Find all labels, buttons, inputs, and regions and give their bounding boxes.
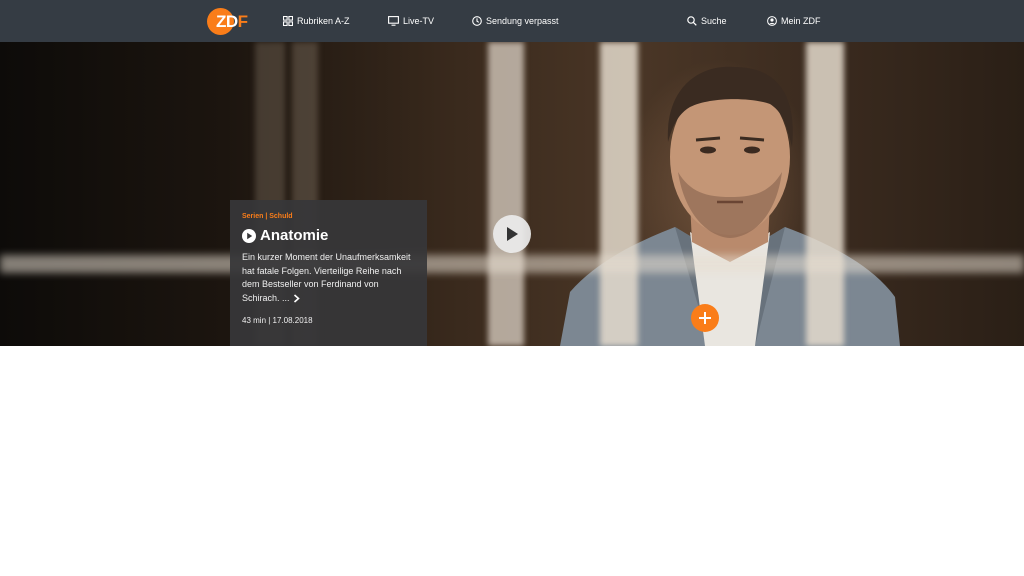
bar-decor xyxy=(488,42,524,346)
nav-suche[interactable]: Suche xyxy=(687,13,727,29)
nav-mein-zdf[interactable]: Mein ZDF xyxy=(767,13,821,29)
logo-text: ZDF xyxy=(216,12,248,31)
nav-live-tv[interactable]: Live-TV xyxy=(388,13,434,29)
nav-rubriken-label: Rubriken A-Z xyxy=(297,16,350,26)
nav-live-tv-label: Live-TV xyxy=(403,16,435,26)
zdf-logo[interactable]: ZDF xyxy=(207,8,255,35)
teaser-category[interactable]: Serien | Schuld xyxy=(242,212,415,222)
teaser-title-label: Anatomie xyxy=(260,227,329,244)
bar-decor xyxy=(806,42,844,346)
play-icon xyxy=(507,227,518,241)
nav-rubriken[interactable]: Rubriken A-Z xyxy=(283,13,350,29)
teaser-more-link[interactable]: ... xyxy=(282,292,300,306)
teaser-card: Serien | Schuld Anatomie Ein kurzer Mome… xyxy=(230,200,427,346)
bar-decor xyxy=(0,255,1024,273)
teaser-title[interactable]: Anatomie xyxy=(242,227,415,245)
nav-mein-zdf-label: Mein ZDF xyxy=(781,16,821,26)
play-button[interactable] xyxy=(493,215,531,253)
user-icon xyxy=(767,16,777,26)
top-navigation: ZDF Rubriken A-Z Live-TV Sendung verpass… xyxy=(0,0,1024,42)
grid-icon xyxy=(283,16,293,26)
chevron-right-icon xyxy=(293,294,300,303)
nav-sendung-verpasst[interactable]: Sendung verpasst xyxy=(472,13,559,29)
clock-icon xyxy=(472,16,482,26)
search-icon xyxy=(687,16,697,26)
add-to-list-button[interactable] xyxy=(691,304,719,332)
nav-sendung-verpasst-label: Sendung verpasst xyxy=(486,16,559,26)
teaser-more-label: ... xyxy=(282,292,290,303)
tv-icon xyxy=(388,16,399,26)
play-circle-icon xyxy=(242,229,256,243)
hero-stage xyxy=(0,42,1024,346)
teaser-meta: 43 min | 17.08.2018 xyxy=(242,316,313,325)
bar-decor xyxy=(600,42,638,346)
teaser-description: Ein kurzer Moment der Unaufmerksamkeit h… xyxy=(242,251,415,305)
plus-icon xyxy=(699,312,711,324)
teaser-description-text: Ein kurzer Moment der Unaufmerksamkeit h… xyxy=(242,252,411,303)
nav-suche-label: Suche xyxy=(701,16,727,26)
